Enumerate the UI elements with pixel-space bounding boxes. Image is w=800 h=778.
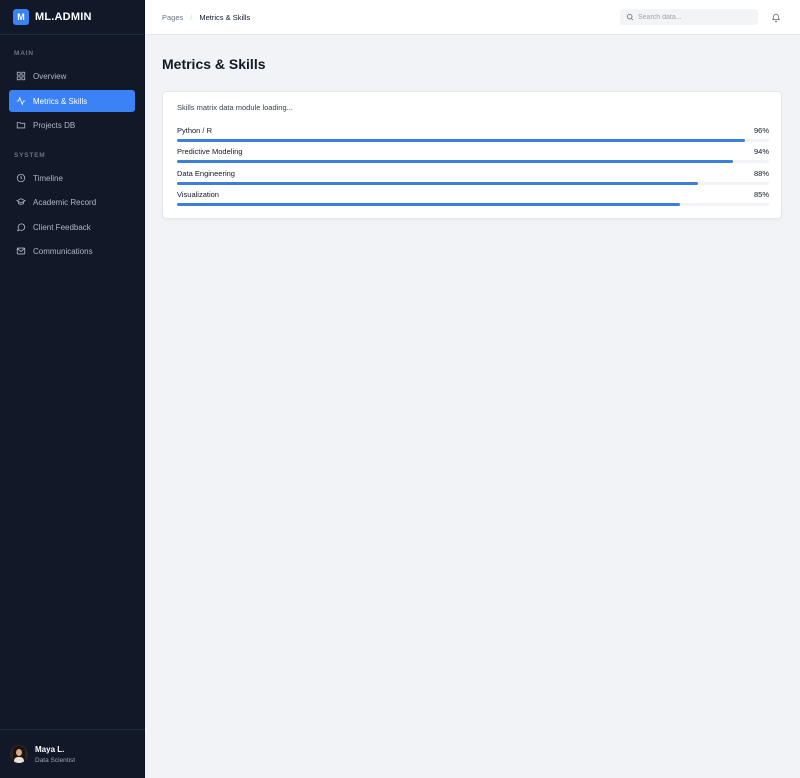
user-name: Maya L. [35, 744, 65, 754]
sidebar-item-client-feedback[interactable]: Client Feedback [9, 216, 135, 238]
skill-percent: 96% [753, 126, 769, 135]
search-input[interactable] [638, 13, 753, 21]
skill-progress-fill [177, 160, 734, 163]
sidebar-item-metrics-skills[interactable]: Metrics & Skills [9, 90, 135, 112]
breadcrumb-parent[interactable]: Pages [162, 13, 183, 22]
user-profile[interactable]: Maya L. Data Scientist [0, 729, 145, 778]
sidebar-item-label: Communications [33, 246, 93, 256]
skill-row: Python / R 96% [177, 126, 769, 146]
section-label-main: MAIN [14, 50, 34, 57]
skill-row: Data Engineering 88% [177, 169, 769, 189]
sidebar-item-overview[interactable]: Overview [9, 65, 135, 87]
breadcrumb-separator: / [190, 13, 193, 22]
activity-icon [16, 96, 26, 106]
skill-name: Predictive Modeling [177, 147, 243, 156]
graduation-cap-icon [16, 198, 26, 205]
sidebar-item-label: Metrics & Skills [33, 96, 88, 106]
skill-row: Predictive Modeling 94% [177, 147, 769, 167]
folder-icon [16, 122, 26, 129]
brand-name: ML.ADMIN [35, 11, 92, 23]
skill-name: Visualization [177, 190, 219, 199]
brand-logo: M [13, 9, 29, 25]
search-icon [626, 13, 634, 21]
sidebar-item-label: Timeline [33, 173, 63, 183]
user-role: Data Scientist [35, 756, 76, 764]
skill-progress-track [177, 203, 769, 206]
skill-percent: 94% [753, 147, 769, 156]
clock-icon [16, 173, 26, 183]
bell-icon[interactable] [771, 12, 781, 23]
skill-percent: 88% [753, 169, 769, 178]
sidebar-item-academic-record[interactable]: Academic Record [9, 191, 135, 213]
sidebar-item-label: Client Feedback [33, 222, 91, 232]
section-label-system: SYSTEM [14, 152, 46, 159]
skill-progress-fill [177, 139, 746, 142]
sidebar-item-label: Projects DB [33, 120, 76, 130]
sidebar-item-timeline[interactable]: Timeline [9, 167, 135, 189]
brand[interactable]: M ML.ADMIN [0, 0, 144, 35]
page-title: Metrics & Skills [162, 56, 266, 72]
skills-card: Skills matrix data module loading... Pyt… [162, 91, 782, 219]
skill-progress-fill [177, 182, 698, 185]
skill-percent: 85% [753, 190, 769, 199]
mail-icon [16, 247, 26, 255]
skill-progress-track [177, 139, 769, 142]
skill-progress-track [177, 182, 769, 185]
skill-progress-fill [177, 203, 681, 206]
topbar: Pages / Metrics & Skills [145, 0, 800, 35]
skill-progress-track [177, 160, 769, 163]
message-circle-icon [16, 223, 26, 232]
loading-status: Skills matrix data module loading... [177, 103, 293, 112]
skill-row: Visualization 85% [177, 190, 769, 210]
skill-name: Data Engineering [177, 169, 235, 178]
grid-icon [16, 71, 26, 81]
avatar [10, 745, 28, 763]
sidebar-item-label: Academic Record [33, 197, 97, 207]
sidebar-item-projects-db[interactable]: Projects DB [9, 114, 135, 136]
sidebar: M ML.ADMIN MAIN Overview Metrics & Skill… [0, 0, 145, 778]
sidebar-item-label: Overview [33, 71, 67, 81]
breadcrumb-current: Metrics & Skills [199, 13, 251, 22]
search-box[interactable] [620, 9, 758, 25]
sidebar-item-communications[interactable]: Communications [9, 240, 135, 262]
skill-name: Python / R [177, 126, 213, 135]
breadcrumb: Pages / Metrics & Skills [162, 13, 250, 22]
